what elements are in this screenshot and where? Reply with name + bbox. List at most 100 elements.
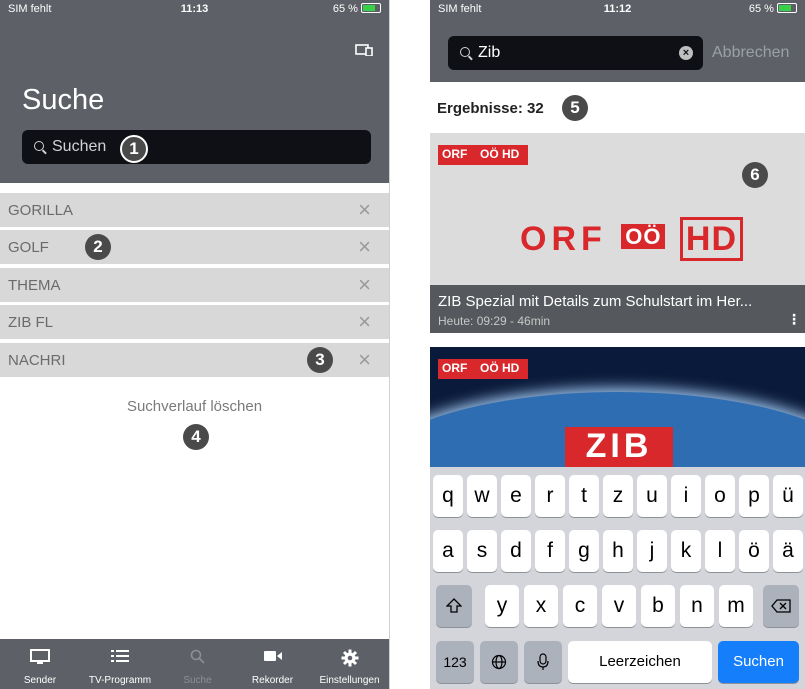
key-ö[interactable]: ö (739, 530, 769, 572)
status-bar: SIM fehlt 11:13 65 % (0, 0, 389, 20)
clear-input-icon[interactable]: × (679, 46, 693, 60)
key-ü[interactable]: ü (773, 475, 803, 517)
key-f[interactable]: f (535, 530, 565, 572)
backspace-key[interactable] (763, 585, 799, 627)
status-bar: SIM fehlt 11:12 65 % (430, 0, 805, 20)
key-u[interactable]: u (637, 475, 667, 517)
globe-key[interactable] (480, 641, 518, 683)
history-item[interactable]: GORILLA × (0, 193, 389, 227)
key-z[interactable]: z (603, 475, 633, 517)
channel-logo: ORF OÖ HD (438, 145, 528, 165)
history-item-label: GOLF (8, 239, 49, 256)
tab-suche[interactable]: Suche (160, 639, 235, 689)
program-title: ZIB Spezial mit Details zum Schulstart i… (438, 293, 753, 310)
key-t[interactable]: t (569, 475, 599, 517)
callout-badge-3: 3 (307, 347, 333, 373)
result-card[interactable]: ORF OÖ HD ORF OÖ HD 6 ZIB Spezial mit De… (430, 133, 805, 333)
history-item-label: GORILLA (8, 202, 74, 219)
tab-sender[interactable]: Sender (0, 639, 80, 689)
search-placeholder: Suchen (52, 138, 107, 155)
tab-label: Sender (23, 675, 57, 686)
keyboard: 123 Leerzeichen Suchen qwertzuiopü asdfgh… (430, 467, 805, 689)
callout-badge-2: 2 (85, 234, 111, 260)
tab-label: Suche (183, 675, 212, 686)
key-q[interactable]: q (433, 475, 463, 517)
key-m[interactable]: m (719, 585, 753, 627)
key-g[interactable]: g (569, 530, 599, 572)
tab-label: Rekorder (251, 675, 294, 686)
key-ä[interactable]: ä (773, 530, 803, 572)
tab-einstellungen[interactable]: Einstellungen (310, 639, 389, 689)
history-item[interactable]: THEMA × (0, 268, 389, 302)
dictation-key[interactable] (524, 641, 562, 683)
history-item[interactable]: ZIB FL × (0, 305, 389, 339)
key-n[interactable]: n (680, 585, 714, 627)
close-icon[interactable]: × (358, 272, 371, 298)
search-value: Zib (478, 44, 501, 61)
search-screen-results: SIM fehlt 11:12 65 % Zib × Abbrechen Erg… (430, 0, 805, 689)
shift-key[interactable] (436, 585, 472, 627)
search-input[interactable]: Suchen (22, 130, 371, 164)
cancel-button[interactable]: Abbrechen (712, 44, 789, 62)
key-s[interactable]: s (467, 530, 497, 572)
close-icon[interactable]: × (358, 234, 371, 260)
key-k[interactable]: k (671, 530, 701, 572)
key-j[interactable]: j (637, 530, 667, 572)
key-c[interactable]: c (563, 585, 597, 627)
history-item-label: THEMA (8, 277, 61, 294)
battery-icon (777, 3, 797, 13)
key-d[interactable]: d (501, 530, 531, 572)
history-item-label: NACHRI (8, 352, 66, 369)
key-v[interactable]: v (602, 585, 636, 627)
backspace-icon (771, 599, 791, 613)
callout-badge-5: 5 (562, 95, 588, 121)
clear-history-link[interactable]: Suchverlauf löschen (0, 398, 389, 415)
key-i[interactable]: i (671, 475, 701, 517)
gear-icon (341, 649, 358, 667)
microphone-icon (537, 653, 549, 670)
close-icon[interactable]: × (358, 347, 371, 373)
space-key[interactable]: Leerzeichen (568, 641, 712, 683)
tab-bar: Sender TV-Programm Suche Rekorder Einste… (0, 639, 389, 689)
cast-device-icon[interactable] (355, 44, 373, 56)
key-e[interactable]: e (501, 475, 531, 517)
key-r[interactable]: r (535, 475, 565, 517)
list-icon (111, 650, 129, 662)
results-count: Ergebnisse: 32 (437, 100, 544, 117)
search-submit-key[interactable]: Suchen (718, 641, 799, 683)
history-item[interactable]: GOLF × (0, 230, 389, 264)
numbers-key[interactable]: 123 (436, 641, 474, 683)
channel-logo-hd: HD (679, 217, 744, 261)
key-b[interactable]: b (641, 585, 675, 627)
tab-label: TV-Programm (88, 675, 152, 686)
clock: 11:13 (180, 3, 209, 15)
key-x[interactable]: x (524, 585, 558, 627)
key-y[interactable]: y (485, 585, 519, 627)
header: SIM fehlt 11:12 65 % Zib × Abbrechen (430, 0, 805, 82)
battery-indicator: 65 % (333, 3, 381, 15)
battery-icon (361, 3, 381, 13)
key-w[interactable]: w (467, 475, 497, 517)
more-options-icon[interactable]: ⋮ (787, 311, 801, 328)
search-input[interactable]: Zib × (448, 36, 703, 70)
channel-logo-text: ORF (442, 361, 468, 375)
tab-tv-programm[interactable]: TV-Programm (80, 639, 160, 689)
key-a[interactable]: a (433, 530, 463, 572)
callout-badge-6: 6 (742, 162, 768, 188)
key-p[interactable]: p (739, 475, 769, 517)
callout-badge-4: 4 (183, 424, 209, 450)
channel-logo: ORF OÖ HD (438, 359, 528, 379)
camera-icon (263, 651, 282, 661)
search-icon (460, 47, 470, 57)
result-card[interactable]: ORF OÖ HD ZIB (430, 347, 805, 467)
callout-badge-1: 1 (120, 135, 148, 163)
tab-rekorder[interactable]: Rekorder (235, 639, 310, 689)
search-icon (190, 649, 205, 664)
key-h[interactable]: h (603, 530, 633, 572)
channel-logo-hd: HD (502, 361, 520, 375)
key-o[interactable]: o (705, 475, 735, 517)
close-icon[interactable]: × (358, 309, 371, 335)
close-icon[interactable]: × (358, 197, 371, 223)
globe-icon (491, 654, 507, 670)
key-l[interactable]: l (705, 530, 735, 572)
